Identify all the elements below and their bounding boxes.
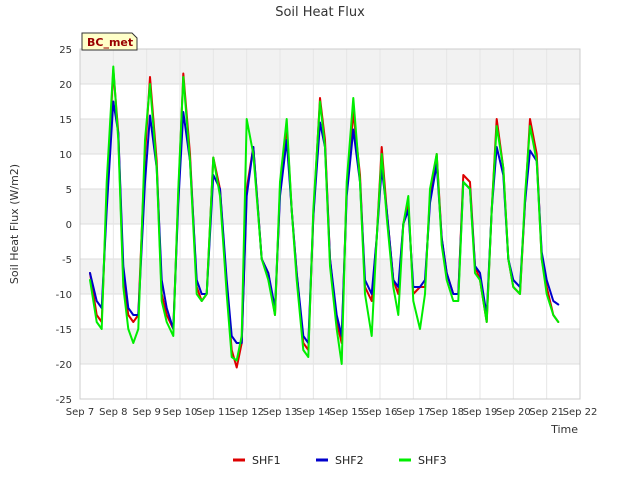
y-tick-label: 0	[66, 220, 72, 231]
y-tick-label: 10	[59, 150, 72, 161]
x-tick-label: Sep 14	[296, 407, 331, 418]
x-tick-label: Sep 18	[429, 407, 464, 418]
x-tick-label: Sep 12	[229, 407, 264, 418]
site-badge-label: BC_met	[87, 36, 133, 49]
x-tick-label: Sep 10	[163, 407, 198, 418]
x-tick-label: Sep 15	[329, 407, 364, 418]
plot-band	[80, 329, 580, 364]
y-tick-label: 15	[59, 115, 72, 126]
y-tick-label: 20	[59, 80, 72, 91]
site-badge: BC_met	[81, 32, 138, 51]
y-tick-label: 5	[66, 185, 72, 196]
x-axis-title: Time	[550, 423, 578, 436]
x-tick-label: Sep 17	[396, 407, 431, 418]
x-tick-label: Sep 9	[132, 407, 160, 418]
y-tick-label: -20	[56, 360, 72, 371]
y-tick-label: -15	[56, 325, 72, 336]
plot-band	[80, 84, 580, 119]
y-tick-label: 25	[59, 45, 72, 56]
x-tick-label: Sep 11	[196, 407, 231, 418]
x-tick-label: Sep 22	[563, 407, 598, 418]
x-tick-label: Sep 20	[496, 407, 531, 418]
y-tick-label: -25	[56, 395, 72, 406]
x-tick-label: Sep 19	[463, 407, 498, 418]
x-tick-label: Sep 13	[263, 407, 298, 418]
plot-band	[80, 294, 580, 329]
x-tick-label: Sep 21	[529, 407, 564, 418]
legend-label-shf3: SHF3	[418, 454, 447, 467]
x-axis-tick-labels: Sep 7 Sep 8 Sep 9 Sep 10Sep 11Sep 12Sep 13S…	[66, 407, 598, 418]
y-axis-tick-labels: -25 -20 -15 -10 -5 0 5 10 15 20 25	[56, 45, 72, 406]
chart-title: Soil Heat Flux	[275, 5, 365, 20]
y-axis-title: Soil Heat Flux (W/m2)	[8, 164, 21, 284]
plot-band	[80, 364, 580, 399]
x-tick-label: Sep 16	[363, 407, 398, 418]
legend-label-shf2: SHF2	[335, 454, 364, 467]
x-tick-label: Sep 8	[99, 407, 127, 418]
y-tick-label: -5	[62, 255, 72, 266]
plot-band	[80, 49, 580, 84]
y-tick-label: -10	[56, 290, 72, 301]
x-tick-label: Sep 7	[66, 407, 94, 418]
soil-heat-flux-chart: Sep 7 Sep 8 Sep 9 Sep 10Sep 11Sep 12Sep 13S…	[8, 5, 598, 467]
legend: SHF1 SHF2 SHF3	[233, 454, 447, 467]
legend-label-shf1: SHF1	[252, 454, 281, 467]
